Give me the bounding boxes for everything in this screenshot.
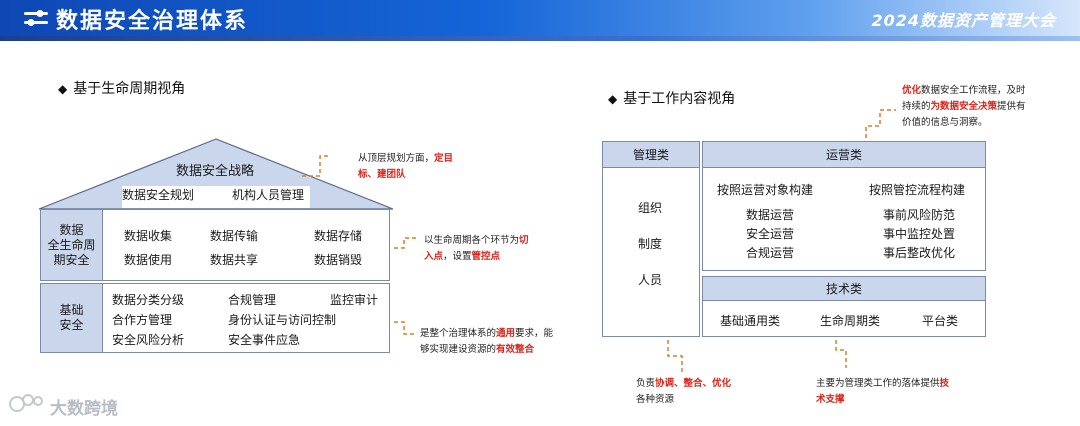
tech-item: 平台类 — [922, 314, 959, 328]
roof-item-staff: 机构人员管理 — [232, 188, 305, 202]
lifecycle-item: 数据销毁 — [314, 253, 363, 267]
ops-col1-item: 合规运营 — [746, 246, 795, 260]
annotation-operations: 优化数据安全工作流程，及时 持续的为数据安全决策提供有 价值的信息与洞察。 — [902, 85, 1026, 128]
roof-item-planning: 数据安全规划 — [122, 188, 195, 202]
watermark-text: 大数跨境 — [50, 399, 118, 419]
lifecycle-item: 数据使用 — [124, 253, 173, 267]
base-item: 监控审计 — [330, 293, 379, 307]
ops-col1-title: 按照运营对象构建 — [717, 183, 814, 197]
management-item: 组织 — [638, 201, 663, 215]
ops-col1-item: 安全运营 — [746, 227, 795, 241]
ops-col1-item: 数据运营 — [746, 208, 795, 222]
lifecycle-item: 数据传输 — [210, 229, 259, 243]
base-label: 基础 安全 — [41, 284, 103, 352]
management-item: 制度 — [638, 237, 663, 251]
lifecycle-item: 数据存储 — [314, 229, 363, 243]
annotation-lifecycle: 以生命周期各个环节为切 入点，设置管控点 — [424, 235, 529, 262]
base-item: 合作方管理 — [112, 313, 173, 327]
dashed-connector — [835, 340, 847, 368]
management-header: 管理类 — [603, 142, 699, 168]
roof-title: 数据安全战略 — [176, 164, 255, 179]
ops-col2-item: 事前风险防范 — [883, 208, 956, 222]
right-section-title: ◆ 基于工作内容视角 — [608, 91, 736, 107]
lifecycle-item: 数据收集 — [124, 229, 173, 243]
diamond-bullet-icon: ◆ — [608, 92, 618, 106]
lifecycle-item: 数据共享 — [210, 253, 259, 267]
base-item: 身份认证与访问控制 — [228, 313, 337, 327]
lifecycle-label: 数据 全生命周 期安全 — [41, 210, 103, 280]
operations-header: 运营类 — [703, 142, 985, 168]
technology-header: 技术类 — [703, 277, 985, 301]
header-strip — [0, 36, 1080, 41]
dashed-connector — [667, 340, 683, 374]
page-title: 数据安全治理体系 — [56, 9, 249, 34]
watermark-logo-icon — [9, 394, 43, 412]
dashed-connector — [865, 109, 896, 138]
tech-item: 基础通用类 — [720, 314, 781, 328]
dashed-connector — [302, 155, 330, 177]
annotation-technology: 主要为管理类工作的落体提供技 术支撑 — [816, 378, 950, 405]
ops-col2-item: 事中监控处置 — [883, 227, 956, 241]
annotation-management: 负责协调、整合、优化 各种资源 — [636, 378, 732, 405]
lifecycle-band: 数据 全生命周 期安全 — [40, 209, 390, 281]
base-item: 安全事件应急 — [228, 333, 301, 347]
ops-col2-title: 按照管控流程构建 — [869, 183, 966, 197]
event-title: 2024数据资产管理大会 — [871, 11, 1056, 30]
base-item: 合规管理 — [228, 293, 277, 307]
ops-col2-item: 事后整改优化 — [883, 246, 956, 260]
left-section-title: ◆ 基于生命周期视角 — [58, 81, 186, 97]
base-item: 安全风险分析 — [112, 333, 185, 347]
diamond-bullet-icon: ◆ — [58, 82, 68, 96]
base-item: 数据分类分级 — [112, 293, 185, 307]
slider-logo-icon — [24, 10, 48, 26]
annotation-base: 是整个治理体系的通用要求，能 够实现建设资源的有效整合 — [420, 328, 554, 355]
annotation-strategy: 从顶层规划方面，定目 标、建团队 — [358, 153, 454, 180]
management-item: 人员 — [638, 273, 663, 287]
tech-item: 生命周期类 — [820, 314, 881, 328]
